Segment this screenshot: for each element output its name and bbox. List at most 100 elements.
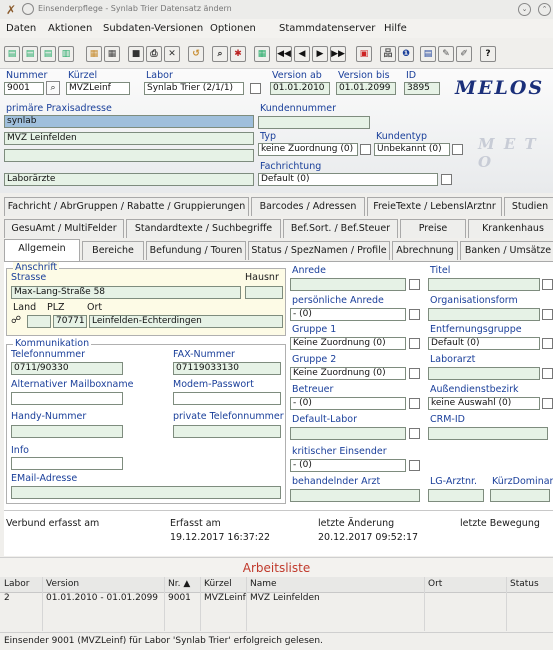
titel-field[interactable] <box>428 278 540 291</box>
laborarzt-dropdown[interactable] <box>542 368 553 379</box>
col-labor[interactable]: Labor <box>4 579 29 589</box>
binoculars-icon[interactable]: ☍ <box>11 315 21 326</box>
modem-field[interactable] <box>173 392 281 405</box>
tab-bereiche[interactable]: Bereiche <box>82 241 144 260</box>
praxis-line-1[interactable]: synlab <box>4 115 254 128</box>
info-icon[interactable]: ❶ <box>398 46 414 62</box>
next-record-icon[interactable]: ▶ <box>312 46 328 62</box>
col-nr[interactable]: Nr. ▲ <box>168 579 190 589</box>
entf-dropdown[interactable] <box>542 338 553 349</box>
pers-anrede-dropdown[interactable] <box>409 309 420 320</box>
typ-dropdown[interactable] <box>360 144 371 155</box>
tab-barcodes[interactable]: Barcodes / Adressen <box>251 197 365 216</box>
col-name[interactable]: Name <box>250 579 277 589</box>
grid-icon[interactable]: ▦ <box>254 46 270 62</box>
menu-subdaten-versionen[interactable]: Subdaten-Versionen <box>103 23 203 34</box>
tab-krankenhaus[interactable]: Krankenhaus <box>468 219 553 238</box>
gruppe1-dropdown[interactable] <box>409 338 420 349</box>
lookup-search-icon[interactable]: ⌕ <box>46 81 60 95</box>
first-record-icon[interactable]: ◀◀ <box>276 46 292 62</box>
email-field[interactable] <box>11 486 281 499</box>
hausnr-field[interactable] <box>245 286 283 299</box>
tab-status[interactable]: Status / SpezNamen / Profile <box>248 241 390 260</box>
pers-anrede-field[interactable]: - (0) <box>290 308 406 321</box>
menu-hilfe[interactable]: Hilfe <box>384 23 407 34</box>
delete-icon[interactable]: ✕ <box>164 46 180 62</box>
list-icon[interactable]: ▤ <box>420 46 436 62</box>
fachrichtung-field[interactable]: Default (0) <box>258 173 438 186</box>
org-dropdown[interactable] <box>542 309 553 320</box>
org-field[interactable] <box>428 308 540 321</box>
tools-icon[interactable]: ✐ <box>456 46 472 62</box>
lgarzt-field[interactable] <box>428 489 484 502</box>
praxis-line-4[interactable]: Laborärzte <box>4 173 254 186</box>
save-icon[interactable]: ■ <box>128 46 144 62</box>
menu-stammdatenserver[interactable]: Stammdatenserver <box>279 23 375 34</box>
maximize-icon[interactable]: ⌃ <box>538 3 551 16</box>
krit-dropdown[interactable] <box>409 460 420 471</box>
behandelnd-field[interactable] <box>290 489 420 502</box>
tab-allgemein[interactable]: Allgemein <box>4 239 80 261</box>
info-field[interactable] <box>11 457 123 470</box>
tab-freietexte[interactable]: FreieTexte / LebenslArztnr <box>367 197 502 216</box>
laborarzt-field[interactable] <box>428 367 540 380</box>
gruppe1-field[interactable]: Keine Zuordnung (0) <box>290 337 406 350</box>
kundentyp-dropdown[interactable] <box>452 144 463 155</box>
ort-field[interactable]: Leinfelden-Echterdingen <box>89 315 283 328</box>
tab-befundung[interactable]: Befundung / Touren <box>146 241 246 260</box>
search-icon[interactable]: ⌕ <box>212 46 228 62</box>
id-field[interactable]: 3895 <box>404 82 440 95</box>
col-status[interactable]: Status <box>510 579 539 589</box>
nummer-field[interactable]: 9001 <box>4 82 44 95</box>
lock-icon[interactable]: ✱ <box>230 46 246 62</box>
version-ab-field[interactable]: 01.01.2010 <box>270 82 330 95</box>
default-labor-dropdown[interactable] <box>409 428 420 439</box>
paste-record-icon[interactable]: ▤ <box>40 46 56 62</box>
network-icon[interactable]: 品 <box>380 46 396 62</box>
col-ort[interactable]: Ort <box>428 579 442 589</box>
kurzdom-field[interactable] <box>490 489 550 502</box>
copy-record-icon[interactable]: ▤ <box>22 46 38 62</box>
previous-record-icon[interactable]: ◀ <box>294 46 310 62</box>
aussen-dropdown[interactable] <box>542 398 553 409</box>
minimize-icon[interactable]: ⌄ <box>518 3 531 16</box>
menu-daten[interactable]: Daten <box>6 23 36 34</box>
menu-optionen[interactable]: Optionen <box>210 23 256 34</box>
new-record-icon[interactable]: ▤ <box>4 46 20 62</box>
edit-icon[interactable]: ✎ <box>438 46 454 62</box>
print-icon[interactable]: ⎙ <box>146 46 162 62</box>
col-kuerzel[interactable]: Kürzel <box>204 579 232 589</box>
land-field[interactable] <box>27 315 51 328</box>
kundentyp-field[interactable]: Unbekannt (0) <box>374 143 450 156</box>
tab-gesuamt[interactable]: GesuAmt / MultiFelder <box>4 219 124 238</box>
praxis-line-3[interactable] <box>4 149 254 162</box>
pin-icon[interactable] <box>22 3 34 15</box>
privat-field[interactable] <box>173 425 281 438</box>
entf-field[interactable]: Default (0) <box>428 337 540 350</box>
tab-preise[interactable]: Preise <box>400 219 466 238</box>
anrede-field[interactable] <box>290 278 406 291</box>
tab-banken[interactable]: Banken / Umsätze <box>460 241 553 260</box>
filter-icon[interactable]: ▦ <box>104 46 120 62</box>
help-icon[interactable]: ? <box>480 46 496 62</box>
tab-standardtexte[interactable]: Standardtexte / Suchbegriffe <box>126 219 281 238</box>
plz-field[interactable]: 70771 <box>53 315 87 328</box>
tab-befsort[interactable]: Bef.Sort. / Bef.Steuer <box>283 219 398 238</box>
fachrichtung-dropdown[interactable] <box>441 174 452 185</box>
telefon-field[interactable]: 0711/90330 <box>11 362 123 375</box>
col-version[interactable]: Version <box>46 579 79 589</box>
last-record-icon[interactable]: ▶▶ <box>330 46 346 62</box>
default-labor-field[interactable] <box>290 427 406 440</box>
strasse-field[interactable]: Max-Lang-Straße 58 <box>11 286 241 299</box>
labor-field[interactable]: Synlab Trier (2/1/1) <box>144 82 244 95</box>
open-icon[interactable]: ▦ <box>86 46 102 62</box>
typ-field[interactable]: keine Zuordnung (0) <box>258 143 358 156</box>
betreuer-field[interactable]: - (0) <box>290 397 406 410</box>
handy-field[interactable] <box>11 425 123 438</box>
titel-dropdown[interactable] <box>542 279 553 290</box>
version-bis-field[interactable]: 01.01.2099 <box>336 82 396 95</box>
menu-aktionen[interactable]: Aktionen <box>48 23 92 34</box>
gruppe2-field[interactable]: Keine Zuordnung (0) <box>290 367 406 380</box>
fax-field[interactable]: 07119033130 <box>173 362 281 375</box>
labor-checkbox[interactable] <box>250 83 261 94</box>
